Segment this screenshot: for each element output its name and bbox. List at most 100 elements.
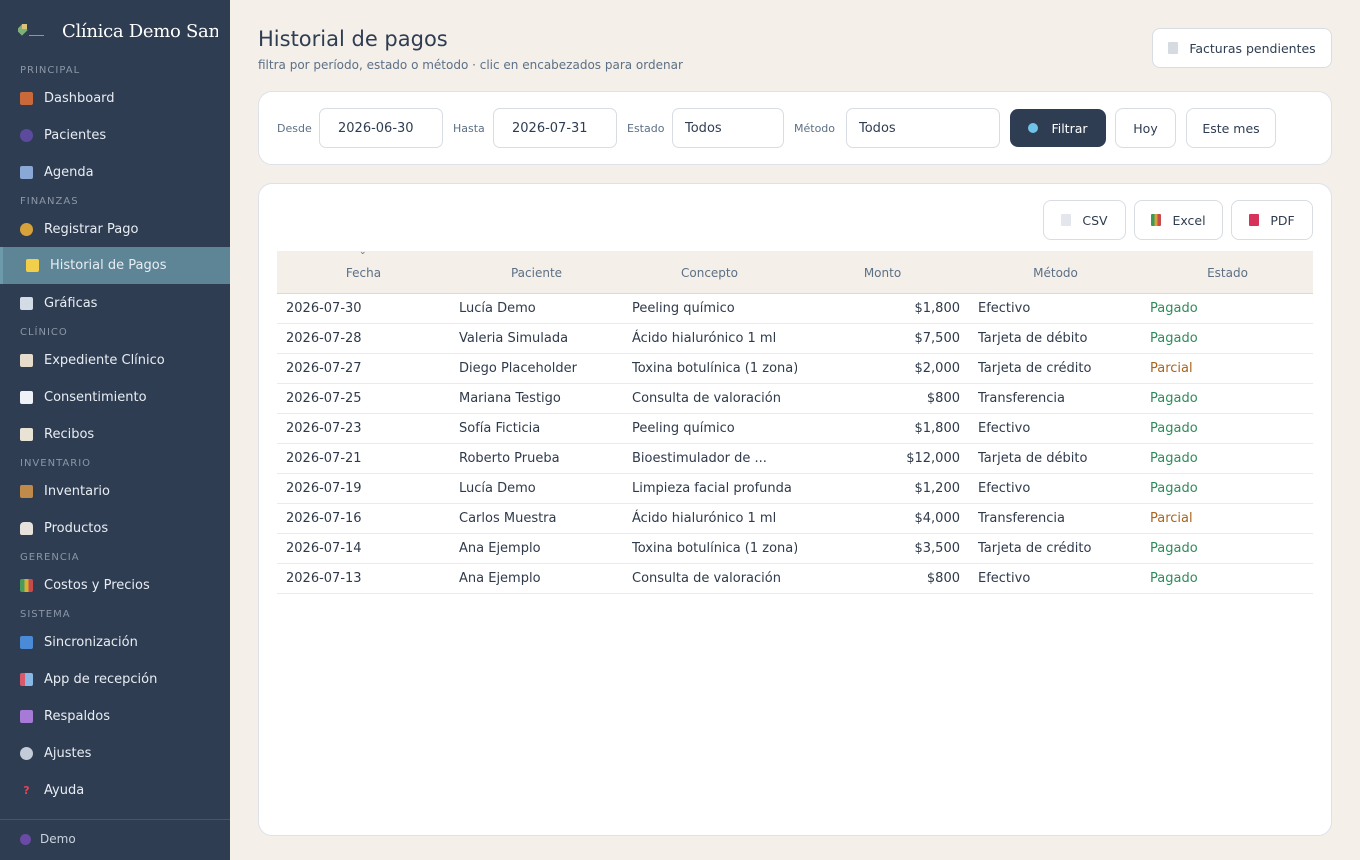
column-header-fecha[interactable]: ⌄ Fecha — [277, 247, 450, 294]
cell-monto: $4,000 — [914, 511, 961, 526]
sidebar-item-label: Dashboard — [44, 91, 115, 106]
pending-invoices-button[interactable]: Facturas pendientes — [1152, 28, 1332, 68]
cell-concepto: Toxina botulínica (1 zona) — [632, 361, 797, 376]
column-header-estado[interactable]: Estado — [1142, 251, 1313, 294]
from-date-input[interactable]: 2026-06-30 — [319, 108, 443, 148]
sidebar-item-ayuda[interactable]: ? Ayuda — [0, 772, 230, 809]
sidebar-item-ajustes[interactable]: Ajustes — [0, 735, 230, 772]
filter-button[interactable]: Filtrar — [1010, 109, 1106, 147]
sidebar-item-pacientes[interactable]: Pacientes — [0, 117, 230, 154]
floppy-icon — [20, 710, 33, 723]
cell-fecha: 2026-07-25 — [286, 391, 362, 406]
table-row[interactable]: 2026-07-14 Ana Ejemplo Toxina botulínica (… — [277, 534, 1313, 564]
table-row[interactable]: 2026-07-16 Carlos Muestra Ácido hialurónic… — [277, 504, 1313, 534]
cell-estado: Pagado — [1150, 331, 1198, 346]
today-button[interactable]: Hoy — [1115, 108, 1176, 148]
export-csv-button[interactable]: CSV — [1043, 200, 1126, 240]
table-row[interactable]: 2026-07-30 Lucía Demo Peeling químico $1,80… — [277, 294, 1313, 324]
sidebar-item-productos[interactable]: Productos — [0, 510, 230, 547]
table-row[interactable]: 2026-07-19 Lucía Demo Limpieza facial prof… — [277, 474, 1313, 504]
sidebar-item-app-de-recepcion[interactable]: App de recepción — [0, 661, 230, 698]
sidebar-item-historial-de-pagos[interactable]: Historial de Pagos — [0, 247, 230, 284]
app-icon — [20, 673, 33, 686]
column-header-label: Concepto — [681, 266, 738, 280]
to-label: Hasta — [453, 122, 485, 135]
package-icon — [20, 485, 33, 498]
column-header-concepto[interactable]: Concepto — [623, 251, 796, 294]
table-row[interactable]: 2026-07-27 Diego Placeholder Toxina botulí… — [277, 354, 1313, 384]
cell-fecha: 2026-07-16 — [286, 511, 362, 526]
sidebar-item-label: Ajustes — [44, 746, 92, 761]
cell-concepto: Toxina botulínica (1 zona) — [632, 541, 797, 556]
this-month-button[interactable]: Este mes — [1186, 108, 1276, 148]
status-select[interactable]: Todos — [672, 108, 784, 148]
method-select[interactable]: Todos — [846, 108, 1000, 148]
cell-concepto: Consulta de valoración — [632, 571, 781, 586]
chart-icon — [20, 297, 33, 310]
sidebar-item-expediente-clinico[interactable]: Expediente Clínico — [0, 342, 230, 379]
cell-metodo: Transferencia — [978, 391, 1065, 406]
cell-monto: $1,800 — [914, 301, 961, 316]
column-header-label: Estado — [1207, 266, 1248, 280]
table-row[interactable]: 2026-07-25 Mariana Testigo Consulta de val… — [277, 384, 1313, 414]
cell-concepto: Limpieza facial profunda — [632, 481, 792, 496]
cell-monto: $12,000 — [906, 451, 960, 466]
export-excel-button[interactable]: Excel — [1134, 200, 1223, 240]
cell-estado: Pagado — [1150, 301, 1198, 316]
clipboard-icon — [20, 354, 33, 367]
sidebar-item-dashboard[interactable]: Dashboard — [0, 80, 230, 117]
user-menu[interactable]: Demo — [20, 832, 76, 846]
cell-fecha: 2026-07-19 — [286, 481, 362, 496]
section-gerencia: GERENCIA — [20, 552, 80, 563]
column-header-paciente[interactable]: Paciente — [450, 251, 623, 294]
sidebar-item-inventario[interactable]: Inventario — [0, 473, 230, 510]
cell-metodo: Tarjeta de crédito — [978, 361, 1092, 376]
sidebar-item-recibos[interactable]: Recibos — [0, 416, 230, 453]
sidebar-item-label: Pacientes — [44, 128, 107, 143]
export-pdf-label: PDF — [1270, 212, 1295, 228]
sidebar-item-label: Costos y Precios — [44, 578, 150, 593]
table-row[interactable]: 2026-07-23 Sofía Ficticia Peeling químico $… — [277, 414, 1313, 444]
sidebar-item-label: Sincronización — [44, 635, 138, 650]
sidebar-item-label: Inventario — [44, 484, 110, 499]
column-header-metodo[interactable]: Método — [969, 251, 1142, 294]
sidebar-item-agenda[interactable]: Agenda — [0, 154, 230, 191]
export-pdf-button[interactable]: PDF — [1231, 200, 1313, 240]
sidebar-item-sincronizacion[interactable]: Sincronización — [0, 624, 230, 661]
cell-fecha: 2026-07-27 — [286, 361, 362, 376]
brand[interactable]: Clínica Demo Santo — [18, 18, 218, 44]
table-row[interactable]: 2026-07-21 Roberto Prueba Bioestimulador d… — [277, 444, 1313, 474]
sidebar-item-costos-y-precios[interactable]: Costos y Precios — [0, 567, 230, 604]
sidebar-item-graficas[interactable]: Gráficas — [0, 285, 230, 322]
cell-estado: Parcial — [1150, 361, 1193, 376]
cell-paciente: Roberto Prueba — [459, 451, 560, 466]
cell-metodo: Tarjeta de débito — [978, 451, 1088, 466]
search-icon — [1028, 123, 1039, 133]
pdf-icon — [1249, 214, 1260, 226]
cell-concepto: Peeling químico — [632, 301, 735, 316]
sidebar-item-consentimiento[interactable]: Consentimiento — [0, 379, 230, 416]
table-header: ⌄ Fecha Paciente Concepto Monto Método E… — [277, 247, 1313, 294]
cell-monto: $800 — [926, 391, 960, 406]
table-row[interactable]: 2026-07-13 Ana Ejemplo Consulta de valorac… — [277, 564, 1313, 594]
cell-fecha: 2026-07-21 — [286, 451, 362, 466]
sidebar-item-label: Recibos — [44, 427, 95, 442]
gear-icon — [20, 747, 33, 760]
to-date-input[interactable]: 2026-07-31 — [493, 108, 617, 148]
cell-concepto: Peeling químico — [632, 421, 735, 436]
sort-desc-icon: ⌄ — [359, 247, 367, 257]
sidebar-item-registrar-pago[interactable]: Registrar Pago — [0, 211, 230, 248]
column-header-monto[interactable]: Monto — [796, 251, 969, 294]
cell-paciente: Sofía Ficticia — [459, 421, 541, 436]
page-title: Historial de pagos — [258, 27, 448, 51]
cell-paciente: Mariana Testigo — [459, 391, 561, 406]
cell-monto: $3,500 — [914, 541, 961, 556]
sidebar-item-label: Gráficas — [44, 296, 98, 311]
table-row[interactable]: 2026-07-28 Valeria Simulada Ácido hialurón… — [277, 324, 1313, 354]
sidebar-item-respaldos[interactable]: Respaldos — [0, 698, 230, 735]
receipt-icon — [20, 428, 33, 441]
method-label: Método — [794, 122, 836, 135]
cell-concepto: Bioestimulador de ... — [632, 451, 767, 466]
invoice-icon — [1168, 42, 1179, 54]
cell-metodo: Tarjeta de débito — [978, 331, 1088, 346]
